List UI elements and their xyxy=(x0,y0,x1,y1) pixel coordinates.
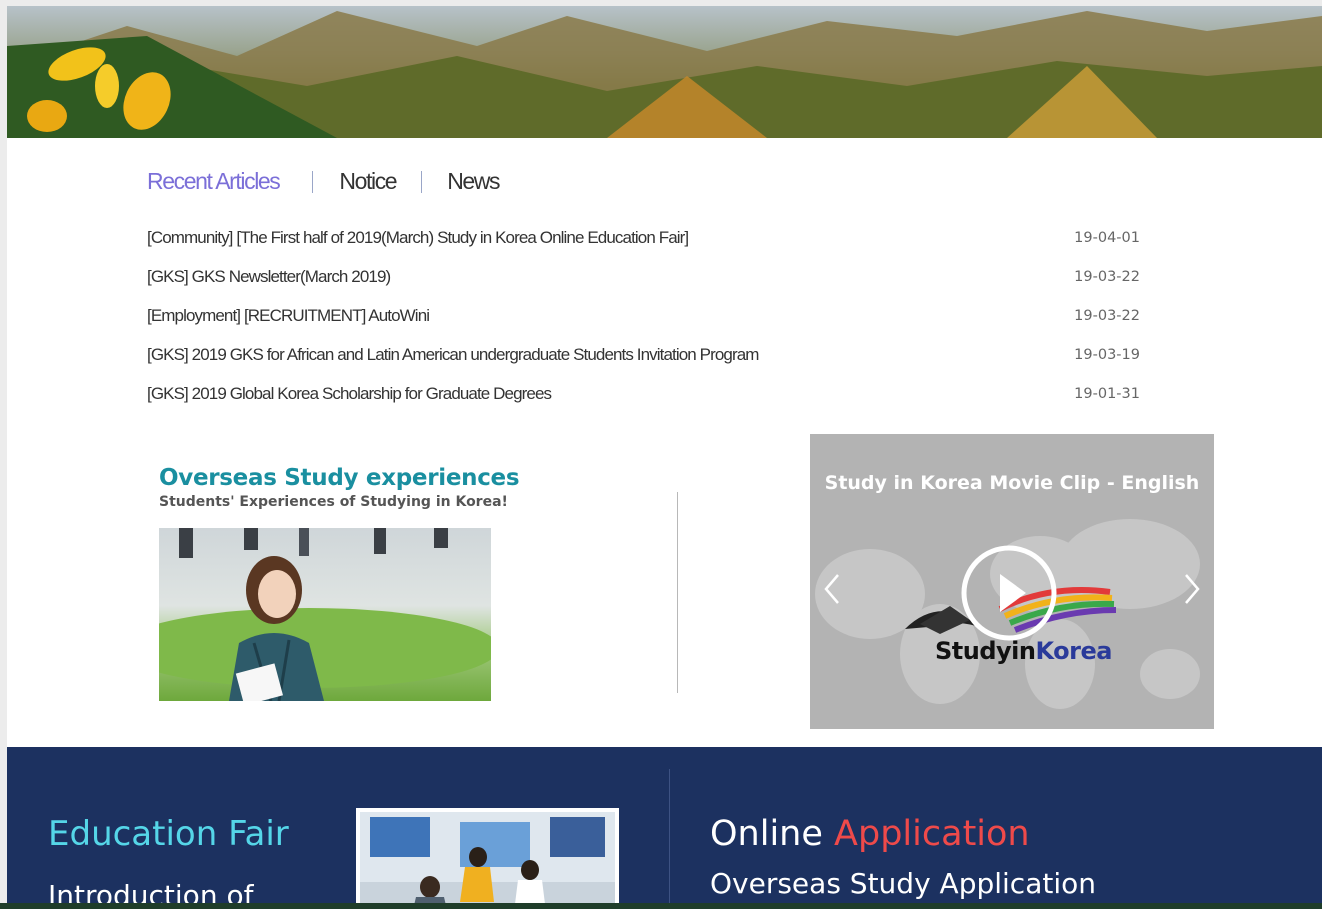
article-row[interactable]: [GKS] 2019 GKS for African and Latin Ame… xyxy=(147,336,1142,375)
tab-notice[interactable]: Notice xyxy=(339,168,397,195)
article-date: 19-03-19 xyxy=(1074,347,1140,364)
section-divider xyxy=(677,492,678,693)
video-carousel: Study in Korea Movie Clip - English Stud… xyxy=(810,434,1214,729)
article-title[interactable]: [Employment] [RECRUITMENT] AutoWini xyxy=(147,306,430,326)
article-row[interactable]: [GKS] GKS Newsletter(March 2019) 19-03-2… xyxy=(147,257,1142,296)
page: Recent Articles Notice News [Community] … xyxy=(7,6,1322,903)
application-word: Application xyxy=(834,814,1030,854)
article-row[interactable]: [GKS] 2019 Global Korea Scholarship for … xyxy=(147,375,1142,414)
brand-korea-text: Korea xyxy=(1035,637,1112,665)
tab-news[interactable]: News xyxy=(447,168,500,195)
play-button-icon[interactable] xyxy=(960,544,1058,642)
education-fair-subtitle: Introduction of xyxy=(48,879,254,903)
article-row[interactable]: [Employment] [RECRUITMENT] AutoWini 19-0… xyxy=(147,296,1142,335)
article-title[interactable]: [GKS] 2019 GKS for African and Latin Ame… xyxy=(147,345,759,365)
article-date: 19-03-22 xyxy=(1074,307,1140,324)
header-banner-image xyxy=(7,6,1322,138)
article-row[interactable]: [Community] [The First half of 2019(Marc… xyxy=(147,218,1142,257)
brand-study-text: Studyin xyxy=(935,637,1036,665)
study-in-korea-brand: StudyinKorea xyxy=(935,637,1112,665)
article-tabs: Recent Articles Notice News xyxy=(147,168,501,195)
online-word: Online xyxy=(710,814,823,854)
student-photo[interactable] xyxy=(159,528,491,701)
bottom-divider xyxy=(669,769,670,903)
education-fair-title[interactable]: Education Fair xyxy=(48,814,289,854)
online-application-subtitle[interactable]: Overseas Study Application xyxy=(710,867,1096,900)
online-application-title[interactable]: Online Application xyxy=(710,814,1030,854)
education-fair-photo[interactable] xyxy=(356,808,619,903)
article-date: 19-04-01 xyxy=(1074,229,1140,246)
article-date: 19-01-31 xyxy=(1074,386,1140,403)
article-date: 19-03-22 xyxy=(1074,268,1140,285)
tab-divider xyxy=(312,170,314,193)
article-list: [Community] [The First half of 2019(Marc… xyxy=(147,218,1142,414)
article-title[interactable]: [GKS] 2019 Global Korea Scholarship for … xyxy=(147,384,552,404)
overseas-study-subtitle: Students' Experiences of Studying in Kor… xyxy=(159,494,508,510)
article-title[interactable]: [GKS] GKS Newsletter(March 2019) xyxy=(147,267,391,287)
overseas-study-title[interactable]: Overseas Study experiences xyxy=(159,465,520,491)
tab-divider xyxy=(421,170,423,193)
overseas-study-section: Overseas Study experiences Students' Exp… xyxy=(159,465,520,701)
bottom-promo-band: Education Fair Introduction of Online Ap… xyxy=(7,747,1322,903)
tab-recent-articles[interactable]: Recent Articles xyxy=(147,168,281,195)
footer-strip xyxy=(0,903,1322,909)
article-title[interactable]: [Community] [The First half of 2019(Marc… xyxy=(147,228,689,248)
